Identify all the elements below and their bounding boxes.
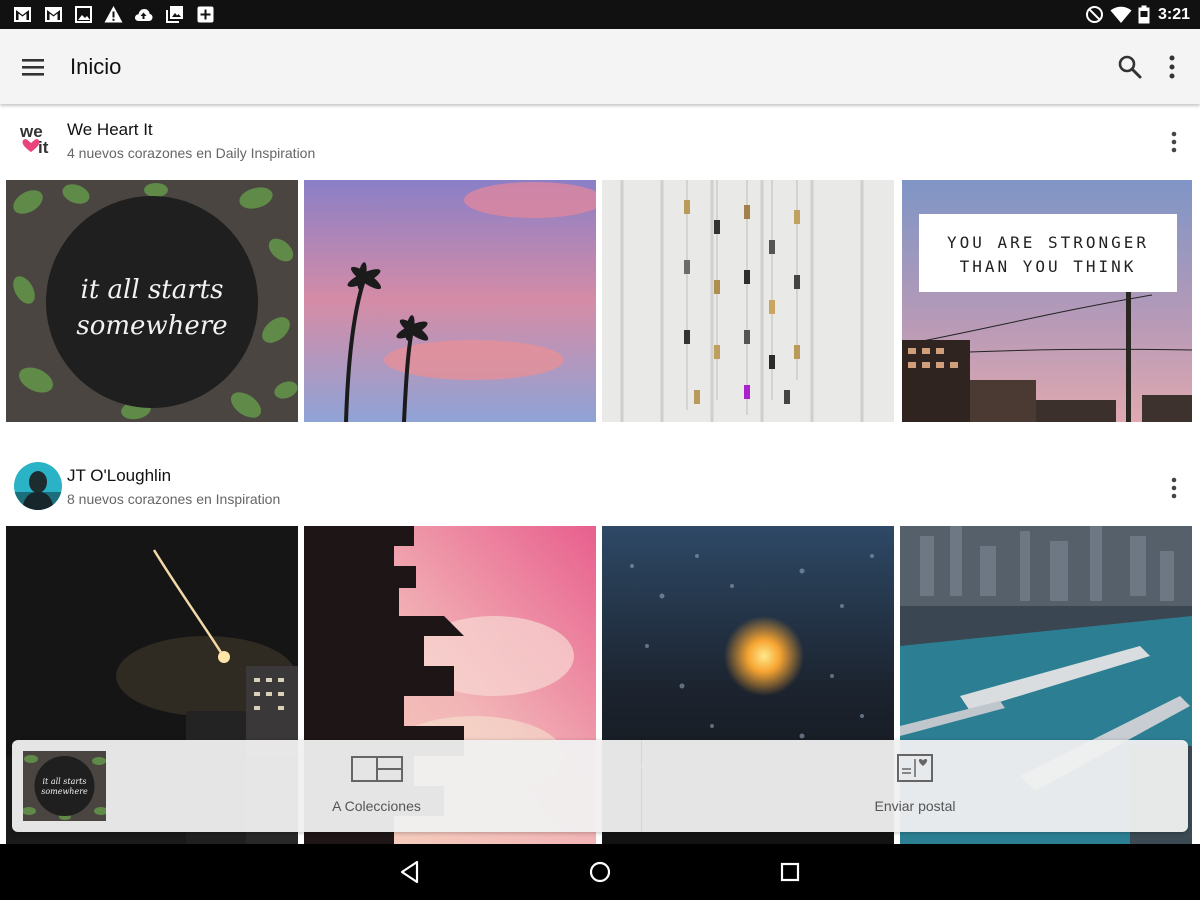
wifi-icon: [1110, 5, 1132, 24]
card-subtitle: 8 nuevos corazones en Inspiration: [67, 491, 281, 507]
send-postcard-button[interactable]: Enviar postal: [642, 740, 1188, 832]
feed-image[interactable]: it all starts somewhere: [6, 180, 298, 422]
feed-image[interactable]: YOU ARE STRONGER THAN YOU THINK: [902, 180, 1192, 422]
svg-text:somewhere: somewhere: [76, 311, 227, 341]
add-box-icon: [196, 5, 215, 24]
status-bar: 3:21: [0, 0, 1200, 29]
cloud-upload-icon: [134, 5, 153, 24]
feed-card: we it We Heart It 4 nuevos corazones en …: [0, 104, 1200, 422]
card-subtitle: 4 nuevos corazones en Daily Inspiration: [67, 145, 316, 161]
image-quote-text: YOU ARE STRONGER: [947, 233, 1149, 252]
multi-image-icon: [165, 5, 184, 24]
feed-image[interactable]: [304, 180, 596, 422]
card-title[interactable]: We Heart It: [67, 120, 153, 140]
navigation-bar: [0, 844, 1200, 900]
do-not-disturb-icon: [1085, 5, 1104, 24]
postcard-icon: [897, 754, 933, 782]
recents-icon[interactable]: [776, 858, 804, 886]
selected-image-preview: it all starts somewhere: [23, 751, 106, 821]
user-avatar[interactable]: [14, 462, 62, 510]
gmail-icon: [44, 5, 63, 24]
warning-icon: [104, 5, 123, 24]
menu-icon[interactable]: [13, 47, 53, 87]
more-vert-icon[interactable]: [1160, 474, 1188, 502]
feed[interactable]: we it We Heart It 4 nuevos corazones en …: [0, 104, 1200, 844]
back-icon[interactable]: [396, 858, 424, 886]
svg-text:it all starts: it all starts: [43, 777, 87, 786]
action-label: A Colecciones: [332, 798, 421, 814]
card-header[interactable]: JT O'Loughlin 8 nuevos corazones en Insp…: [0, 450, 1200, 526]
feed-image[interactable]: [602, 180, 894, 422]
status-time: 3:21: [1158, 6, 1191, 23]
app-bar: Inicio: [0, 29, 1200, 104]
card-title[interactable]: JT O'Loughlin: [67, 466, 171, 486]
search-icon[interactable]: [1110, 47, 1150, 87]
add-to-collections-button[interactable]: A Colecciones: [112, 740, 641, 832]
page-title: Inicio: [70, 54, 122, 79]
action-sheet: it all starts somewhere A Colecciones En…: [12, 740, 1188, 832]
gmail-icon: [13, 5, 32, 24]
collections-icon: [350, 754, 403, 784]
image-icon: [74, 5, 93, 24]
svg-text:THAN YOU THINK: THAN YOU THINK: [960, 257, 1137, 276]
card-header[interactable]: we it We Heart It 4 nuevos corazones en …: [0, 104, 1200, 180]
feed-card: JT O'Loughlin 8 nuevos corazones en Insp…: [0, 450, 1200, 844]
svg-text:it: it: [38, 138, 49, 157]
more-vert-icon[interactable]: [1156, 47, 1188, 87]
more-vert-icon[interactable]: [1160, 128, 1188, 156]
battery-icon: [1137, 5, 1151, 24]
home-icon[interactable]: [586, 858, 614, 886]
action-label: Enviar postal: [874, 798, 956, 814]
svg-text:somewhere: somewhere: [41, 787, 88, 796]
image-quote-text: it all starts: [81, 275, 224, 305]
we-heart-it-logo: we it: [14, 116, 62, 164]
